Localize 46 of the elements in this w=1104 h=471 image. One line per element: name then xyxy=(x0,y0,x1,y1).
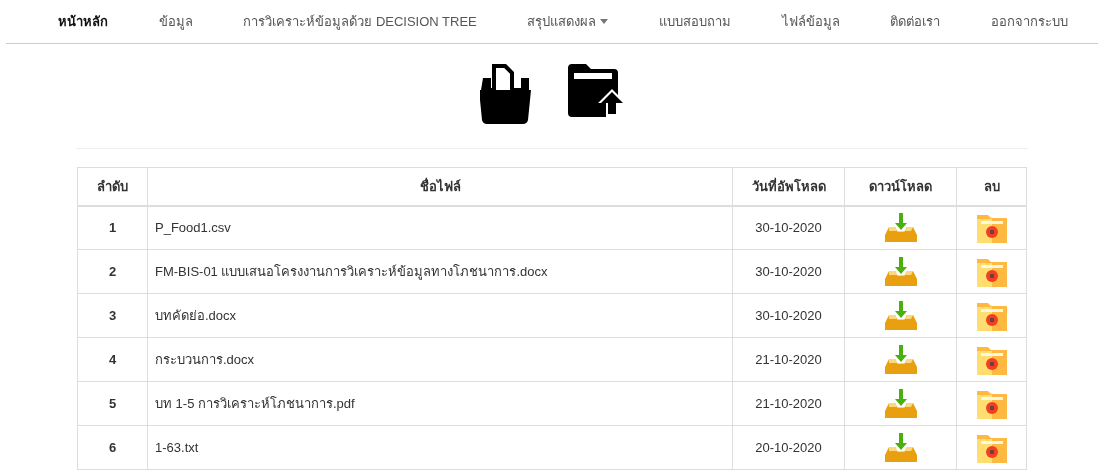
download-tray-icon[interactable] xyxy=(884,300,917,331)
row-number: 4 xyxy=(77,337,148,382)
file-name: กระบวนการ.docx xyxy=(147,337,733,382)
row-number: 2 xyxy=(77,249,148,294)
nav-link[interactable]: การวิเคราะห์ข้อมูลด้วย DECISION TREE xyxy=(243,11,477,32)
column-header: วันที่อัพโหลด xyxy=(732,167,845,206)
download-tray-icon[interactable] xyxy=(884,388,917,419)
row-number: 6 xyxy=(77,425,148,470)
nav-link[interactable]: แบบสอบถาม xyxy=(659,11,732,32)
upload-date: 21-10-2020 xyxy=(732,337,845,382)
folder-delete-icon[interactable] xyxy=(976,432,1007,463)
nav-link[interactable]: ติดต่อเรา xyxy=(890,11,941,32)
download-tray-icon[interactable] xyxy=(884,432,917,463)
folder-delete-icon[interactable] xyxy=(976,256,1007,287)
row-number: 3 xyxy=(77,293,148,338)
download-tray-icon[interactable] xyxy=(884,256,917,287)
upload-date: 30-10-2020 xyxy=(732,205,845,250)
file-name: บท 1-5 การวิเคราะห์โภชนาการ.pdf xyxy=(147,381,733,426)
file-name: บทคัดย่อ.docx xyxy=(147,293,733,338)
download-tray-icon[interactable] xyxy=(884,344,917,375)
upload-date: 21-10-2020 xyxy=(732,381,845,426)
upload-date: 20-10-2020 xyxy=(732,425,845,470)
column-header: ลบ xyxy=(956,167,1027,206)
column-header: ดาวน์โหลด xyxy=(844,167,957,206)
nav-link[interactable]: หน้าหลัก xyxy=(58,11,108,32)
folder-upload-icon[interactable] xyxy=(566,64,624,120)
upload-date: 30-10-2020 xyxy=(732,249,845,294)
row-number: 1 xyxy=(77,205,148,250)
file-name: FM-BIS-01 แบบเสนอโครงงานการวิเคราะห์ข้อมูลทางโภชนาการ.docx xyxy=(147,249,733,294)
column-header: ลำดับ xyxy=(77,167,148,206)
file-name: P_Food1.csv xyxy=(147,205,733,250)
folder-delete-icon[interactable] xyxy=(976,388,1007,419)
column-header: ชื่อไฟล์ xyxy=(147,167,733,206)
nav-link[interactable]: ข้อมูล xyxy=(158,11,193,32)
caret-icon xyxy=(600,19,609,24)
file-name: 1-63.txt xyxy=(147,425,733,470)
download-tray-icon[interactable] xyxy=(884,212,917,243)
folder-delete-icon[interactable] xyxy=(976,344,1007,375)
basket-file-icon[interactable] xyxy=(480,64,532,124)
row-number: 5 xyxy=(77,381,148,426)
folder-delete-icon[interactable] xyxy=(976,212,1007,243)
nav-link[interactable]: สรุปแสดงผล xyxy=(527,11,609,32)
nav-link[interactable]: ไฟล์ข้อมูล xyxy=(781,11,840,32)
nav-link[interactable]: ออกจากระบบ xyxy=(991,11,1068,32)
folder-delete-icon[interactable] xyxy=(976,300,1007,331)
upload-date: 30-10-2020 xyxy=(732,293,845,338)
